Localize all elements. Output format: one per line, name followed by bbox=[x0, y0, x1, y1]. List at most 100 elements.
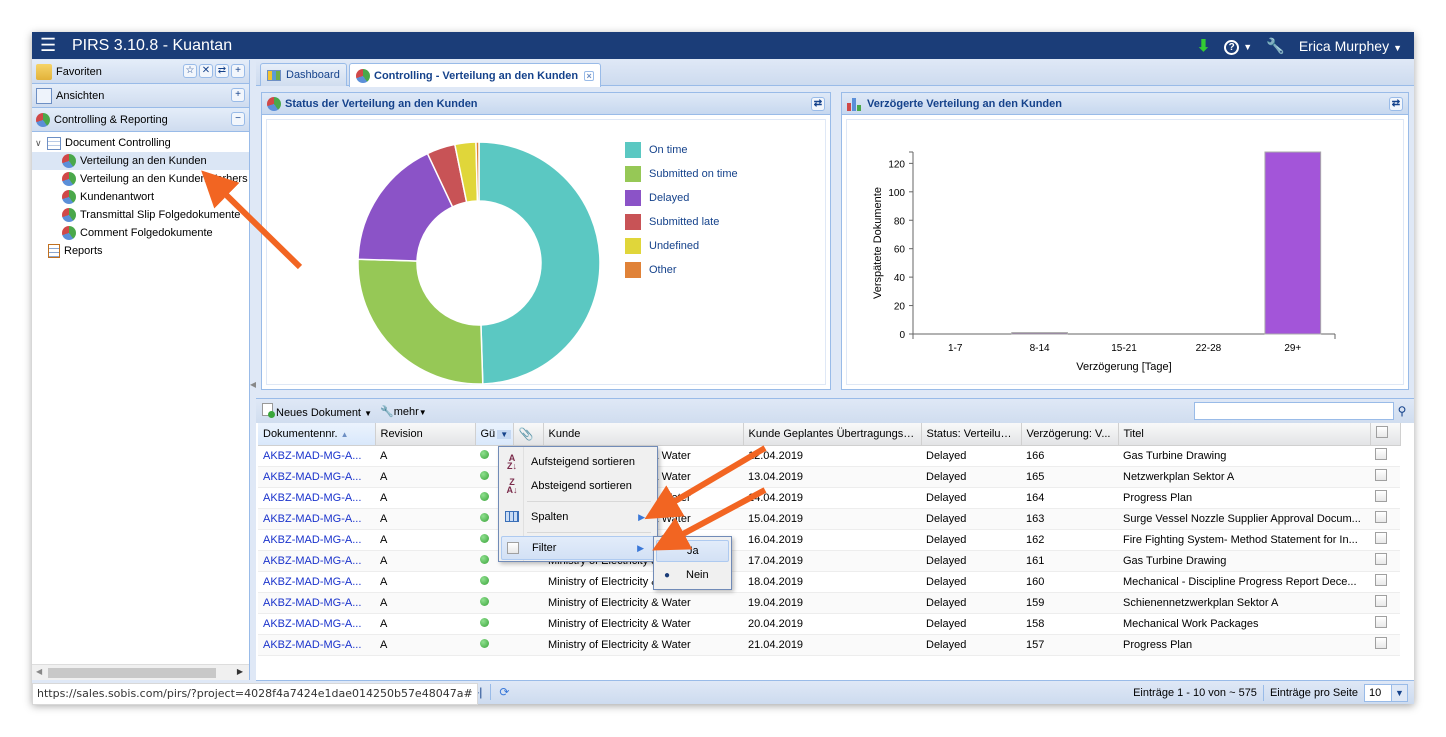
checkbox[interactable] bbox=[1375, 553, 1387, 565]
row-checkbox[interactable] bbox=[1370, 592, 1400, 614]
search-input[interactable] bbox=[1194, 402, 1394, 420]
row-checkbox[interactable] bbox=[1370, 634, 1400, 656]
filter-checkbox[interactable] bbox=[507, 541, 519, 554]
checkbox[interactable] bbox=[1375, 637, 1387, 649]
scroll-right-icon[interactable]: ▶ bbox=[237, 667, 243, 676]
column-header-select-all[interactable] bbox=[1370, 423, 1401, 446]
scrollbar-thumb[interactable] bbox=[48, 668, 216, 678]
hamburger-menu-icon[interactable]: ☰ bbox=[40, 35, 56, 55]
wrench-icon[interactable]: 🔧 bbox=[1266, 37, 1285, 55]
document-number-link[interactable]: AKBZ-MAD-MG-A... bbox=[258, 634, 375, 656]
column-menu-trigger-icon[interactable]: ▼ bbox=[497, 429, 512, 439]
table-row[interactable]: AKBZ-MAD-MG-A...AMinistry of Electricity… bbox=[258, 529, 1400, 551]
tree-node-document-controlling[interactable]: ∨ Document Controlling bbox=[32, 134, 249, 152]
star-icon[interactable]: ☆ bbox=[183, 64, 197, 78]
column-header-titel[interactable]: Titel bbox=[1118, 423, 1371, 446]
row-checkbox[interactable] bbox=[1370, 487, 1400, 509]
legend-item[interactable]: Submitted late bbox=[625, 210, 738, 234]
more-button[interactable]: 🔧mehr▼ bbox=[380, 405, 427, 418]
table-row[interactable]: AKBZ-MAD-MG-A...AMinistry of Electricity… bbox=[258, 445, 1400, 467]
row-checkbox[interactable] bbox=[1370, 550, 1400, 572]
tab-dashboard[interactable]: Dashboard bbox=[260, 63, 347, 86]
collapse-icon[interactable]: − bbox=[231, 112, 245, 126]
help-menu[interactable]: ? ▼ bbox=[1224, 37, 1252, 55]
legend-item[interactable]: Delayed bbox=[625, 186, 738, 210]
column-header-dokumentennr[interactable]: Dokumentennr. ▲ bbox=[258, 423, 376, 446]
tree-item[interactable]: Verteilung an den Kunden bbox=[32, 152, 249, 170]
row-checkbox[interactable] bbox=[1370, 613, 1400, 635]
legend-item[interactable]: On time bbox=[625, 138, 738, 162]
pie-slice-submitted-on-time[interactable] bbox=[357, 258, 484, 385]
refresh-icon[interactable]: ⇄ bbox=[1389, 97, 1403, 111]
document-number-link[interactable]: AKBZ-MAD-MG-A... bbox=[258, 529, 375, 551]
checkbox[interactable] bbox=[1375, 490, 1387, 502]
close-icon[interactable]: ✕ bbox=[199, 64, 213, 78]
column-header-attachment[interactable]: 📎 bbox=[513, 423, 544, 446]
refresh-icon[interactable]: ⇄ bbox=[215, 64, 229, 78]
document-number-link[interactable]: AKBZ-MAD-MG-A... bbox=[258, 466, 375, 488]
document-number-link[interactable]: AKBZ-MAD-MG-A... bbox=[258, 613, 375, 635]
menu-item-ja[interactable]: Ja bbox=[656, 540, 729, 562]
tree-item[interactable]: Kundenantwort bbox=[32, 188, 249, 206]
column-header-status[interactable]: Status: Verteilun... bbox=[921, 423, 1022, 446]
scroll-left-icon[interactable]: ◀ bbox=[36, 667, 42, 676]
column-header-gu[interactable]: Gü ▼ bbox=[475, 423, 514, 446]
checkbox[interactable] bbox=[1375, 574, 1387, 586]
row-checkbox[interactable] bbox=[1370, 571, 1400, 593]
tree-node-reports[interactable]: Reports bbox=[32, 242, 249, 260]
menu-item-sort-ascending[interactable]: A Z↓ Aufsteigend sortieren bbox=[501, 450, 655, 474]
table-row[interactable]: AKBZ-MAD-MG-A...AMinistry of Electricity… bbox=[258, 592, 1400, 614]
legend-item[interactable]: Undefined bbox=[625, 234, 738, 258]
table-row[interactable]: AKBZ-MAD-MG-A...AMinistry of Electricity… bbox=[258, 571, 1400, 593]
accordion-ansichten[interactable]: Ansichten + bbox=[32, 84, 249, 108]
row-checkbox[interactable] bbox=[1370, 466, 1400, 488]
document-number-link[interactable]: AKBZ-MAD-MG-A... bbox=[258, 508, 375, 530]
document-number-link[interactable]: AKBZ-MAD-MG-A... bbox=[258, 487, 375, 509]
refresh-icon[interactable]: ⇄ bbox=[811, 97, 825, 111]
per-page-select[interactable]: 10 ▼ bbox=[1364, 684, 1408, 702]
row-checkbox[interactable] bbox=[1370, 529, 1400, 551]
tab-controlling[interactable]: Controlling - Verteilung an den Kunden × bbox=[349, 63, 602, 87]
checkbox[interactable] bbox=[1375, 448, 1387, 460]
close-tab-icon[interactable]: × bbox=[584, 70, 595, 81]
menu-item-nein[interactable]: ● Nein bbox=[656, 564, 729, 586]
checkbox[interactable] bbox=[1375, 469, 1387, 481]
table-row[interactable]: AKBZ-MAD-MG-A...AMinistry of Electricity… bbox=[258, 508, 1400, 530]
search-icon[interactable]: ⚲ bbox=[1394, 402, 1410, 420]
table-row[interactable]: AKBZ-MAD-MG-A...AMinistry of Electricity… bbox=[258, 634, 1400, 656]
expand-icon[interactable]: + bbox=[231, 88, 245, 102]
refresh-icon[interactable]: ⟳ bbox=[499, 685, 509, 699]
sidebar-horizontal-scrollbar[interactable]: ◀ ▶ bbox=[32, 664, 249, 680]
accordion-favoriten[interactable]: Favoriten ☆ ✕ ⇄ + bbox=[32, 60, 249, 84]
row-checkbox[interactable] bbox=[1370, 508, 1400, 530]
checkbox[interactable] bbox=[1375, 511, 1387, 523]
column-header-kunde[interactable]: Kunde bbox=[543, 423, 744, 446]
pie-slice-on-time[interactable] bbox=[478, 141, 601, 385]
tree-item[interactable]: Comment Folgedokumente bbox=[32, 224, 249, 242]
user-menu[interactable]: Erica Murphey ▼ bbox=[1299, 38, 1402, 54]
chevron-down-icon[interactable]: ∨ bbox=[35, 138, 47, 149]
menu-item-columns[interactable]: Spalten ▶ bbox=[501, 505, 655, 529]
column-header-revision[interactable]: Revision bbox=[375, 423, 476, 446]
menu-item-filter[interactable]: Filter ▶ bbox=[501, 536, 655, 560]
tree-item[interactable]: Transmittal Slip Folgedokumente bbox=[32, 206, 249, 224]
table-row[interactable]: AKBZ-MAD-MG-A...AMinistry of Electricity… bbox=[258, 550, 1400, 572]
accordion-controlling[interactable]: Controlling & Reporting − bbox=[32, 108, 249, 132]
column-header-planned-date[interactable]: Kunde Geplantes Übertragungsd... bbox=[743, 423, 922, 446]
chevron-down-icon[interactable]: ▼ bbox=[1391, 685, 1407, 701]
expand-icon[interactable]: + bbox=[231, 64, 245, 78]
table-row[interactable]: AKBZ-MAD-MG-A...AMinistry of Electricity… bbox=[258, 487, 1400, 509]
table-row[interactable]: AKBZ-MAD-MG-A...AMinistry of Electricity… bbox=[258, 466, 1400, 488]
row-checkbox[interactable] bbox=[1370, 445, 1400, 467]
select-all-checkbox[interactable] bbox=[1375, 426, 1388, 439]
document-number-link[interactable]: AKBZ-MAD-MG-A... bbox=[258, 550, 375, 572]
menu-item-sort-descending[interactable]: Z A↓ Absteigend sortieren bbox=[501, 474, 655, 498]
legend-item[interactable]: Other bbox=[625, 258, 738, 282]
document-number-link[interactable]: AKBZ-MAD-MG-A... bbox=[258, 445, 375, 467]
tree-item[interactable]: Verteilung an den Kunden Vorhers bbox=[32, 170, 249, 188]
checkbox[interactable] bbox=[1375, 532, 1387, 544]
new-document-button[interactable]: Neues Dokument ▼ bbox=[262, 403, 372, 419]
download-icon[interactable]: ⬇ bbox=[1197, 36, 1210, 56]
checkbox[interactable] bbox=[1375, 616, 1387, 628]
checkbox[interactable] bbox=[1375, 595, 1387, 607]
